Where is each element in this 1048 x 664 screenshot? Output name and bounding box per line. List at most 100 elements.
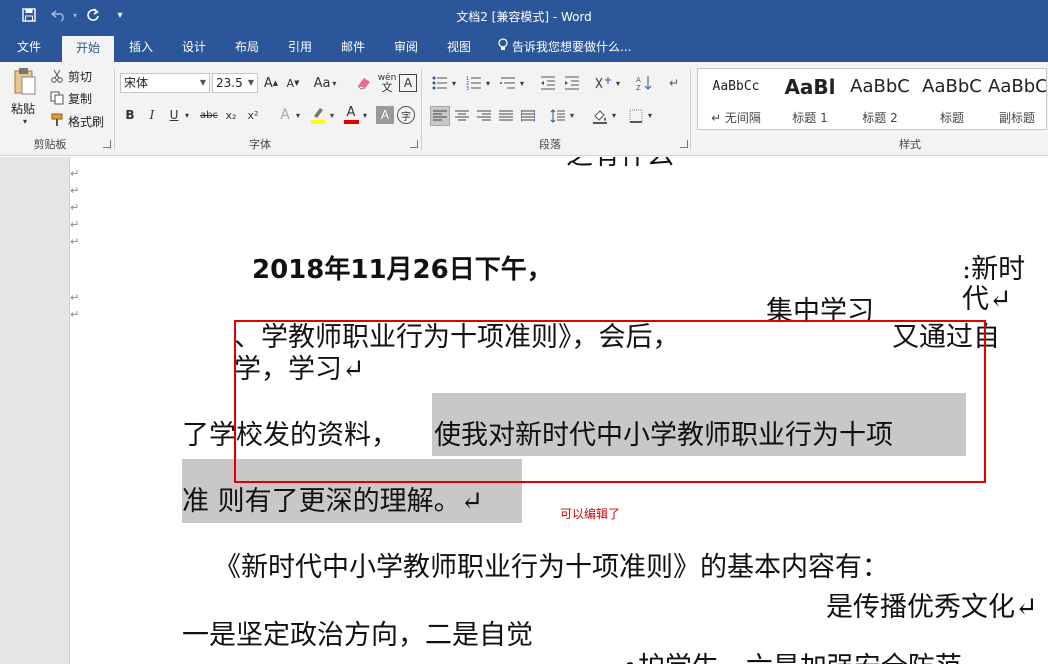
- doc-line7-right: 是传播优秀文化↵: [826, 592, 1038, 623]
- paste-dropdown-icon[interactable]: ▾: [20, 116, 30, 126]
- style-sample: AaBl: [784, 75, 836, 99]
- paragraph-mark: ↵: [70, 167, 80, 180]
- chevron-down-icon[interactable]: ▾: [518, 76, 526, 90]
- font-name-combo[interactable]: 宋体 ▼: [120, 73, 210, 93]
- clear-format-icon[interactable]: [354, 74, 374, 92]
- highlight-icon[interactable]: [308, 104, 328, 126]
- doc-line8: 一是坚定政治方向，二是自觉: [182, 620, 533, 651]
- tab-design[interactable]: 设计: [173, 32, 215, 62]
- chevron-down-icon[interactable]: ▾: [450, 76, 458, 90]
- strikethrough-button[interactable]: abc: [198, 106, 220, 124]
- copy-button[interactable]: 复制: [68, 90, 92, 107]
- chevron-down-icon[interactable]: ▾: [568, 108, 576, 122]
- chinese-layout-icon[interactable]: [592, 74, 614, 92]
- distributed-icon[interactable]: [518, 106, 538, 126]
- change-case-label: Aa: [313, 75, 331, 91]
- cut-button[interactable]: 剪切: [68, 68, 92, 85]
- doc-line9-partial: •护学生，六是加强安全防范: [622, 651, 962, 664]
- char-border-icon[interactable]: A: [399, 74, 417, 92]
- underline-button[interactable]: U: [166, 106, 182, 124]
- font-name-value: 宋体: [124, 76, 149, 90]
- doc-line1-right: :新时: [962, 254, 1026, 285]
- phonetic-guide-icon[interactable]: wén 文: [376, 72, 398, 94]
- tab-file[interactable]: 文件: [8, 32, 50, 62]
- format-painter-button[interactable]: 格式刷: [68, 113, 104, 130]
- style-sample: AaBbC: [922, 76, 982, 97]
- enclose-char-icon[interactable]: 字: [397, 106, 415, 124]
- style-sample: AaBbC: [988, 76, 1046, 97]
- chevron-down-icon: ▾: [332, 78, 337, 88]
- decrease-indent-icon[interactable]: [538, 74, 558, 92]
- underline-dropdown-icon[interactable]: ▾: [182, 108, 192, 122]
- font-size-combo[interactable]: 23.5 ▼: [212, 73, 258, 93]
- shading-icon[interactable]: [590, 106, 610, 126]
- tab-insert[interactable]: 插入: [120, 32, 162, 62]
- align-right-icon[interactable]: [474, 106, 494, 126]
- style-heading-1[interactable]: AaBl 标题 1: [774, 69, 846, 129]
- chevron-down-icon[interactable]: ▾: [484, 76, 492, 90]
- chevron-down-icon[interactable]: ▾: [294, 108, 302, 122]
- bold-button[interactable]: B: [122, 106, 138, 124]
- style-subtitle[interactable]: AaBbC 副标题: [988, 69, 1046, 129]
- paragraph-launcher-icon[interactable]: [680, 140, 688, 148]
- style-no-spacing[interactable]: AaBbCc ↵ 无间隔: [700, 69, 772, 129]
- italic-button[interactable]: I: [144, 106, 160, 124]
- chevron-down-icon[interactable]: ▾: [646, 108, 654, 122]
- style-name: 副标题: [998, 111, 1035, 125]
- tab-references[interactable]: 引用: [279, 32, 321, 62]
- paragraph-mark: ↵: [70, 218, 80, 231]
- justify-icon[interactable]: [496, 106, 516, 126]
- left-margin: [0, 157, 70, 664]
- multilevel-list-icon[interactable]: [498, 74, 518, 92]
- window-title: 文档2 [兼容模式] - Word: [456, 10, 592, 24]
- increase-indent-icon[interactable]: [562, 74, 582, 92]
- document-area[interactable]: ↵ ↵ ↵ ↵ ↵ ↵ ↵ 之有什么 2018年11月26日下午， :新时 代↵…: [0, 157, 1048, 664]
- superscript-button[interactable]: x²: [244, 106, 262, 124]
- chevron-down-icon[interactable]: ▾: [361, 108, 369, 122]
- tab-mailings[interactable]: 邮件: [332, 32, 374, 62]
- tab-review[interactable]: 审阅: [385, 32, 427, 62]
- align-center-icon[interactable]: [452, 106, 472, 126]
- grow-font-icon[interactable]: A ▲: [262, 74, 280, 92]
- text-effects-icon[interactable]: A: [276, 106, 294, 124]
- chevron-down-icon: ▼: [247, 78, 254, 87]
- paragraph-mark: ↵: [70, 308, 80, 321]
- chevron-down-icon[interactable]: ▾: [614, 76, 622, 90]
- format-painter-icon: [48, 112, 66, 128]
- group-divider: [690, 68, 691, 150]
- show-marks-icon[interactable]: ↵: [664, 74, 684, 92]
- align-left-icon[interactable]: [430, 106, 450, 126]
- clipboard-launcher-icon[interactable]: [103, 140, 111, 148]
- tab-layout[interactable]: 布局: [226, 32, 268, 62]
- subscript-button[interactable]: x₂: [222, 106, 240, 124]
- font-size-value: 23.5: [216, 76, 243, 90]
- tab-view[interactable]: 视图: [438, 32, 480, 62]
- tab-home[interactable]: 开始: [62, 36, 114, 62]
- shrink-font-icon[interactable]: A ▼: [284, 74, 302, 92]
- font-color-icon[interactable]: A: [342, 104, 360, 126]
- title-bar: ▾ ▾ 文档2 [兼容模式] - Word: [0, 0, 1048, 32]
- sort-icon[interactable]: AZ: [634, 74, 654, 92]
- doc-date-line: 2018年11月26日下午，: [252, 255, 553, 285]
- chevron-down-icon[interactable]: ▾: [610, 108, 618, 122]
- chevron-down-icon[interactable]: ▾: [328, 108, 336, 122]
- char-shading-icon[interactable]: A: [376, 106, 394, 124]
- numbering-icon[interactable]: 123: [464, 74, 484, 92]
- change-case-button[interactable]: Aa ▾: [310, 74, 340, 92]
- style-heading-2[interactable]: AaBbC 标题 2: [844, 69, 916, 129]
- chevron-down-icon: ▼: [199, 78, 206, 87]
- svg-text:A: A: [636, 76, 641, 84]
- ribbon-tabs: 文件 开始 插入 设计 布局 引用 邮件 审阅 视图 告诉我您想要做什么...: [0, 32, 1048, 62]
- style-name: 标题: [939, 111, 964, 125]
- line-spacing-icon[interactable]: [548, 106, 568, 126]
- font-launcher-icon[interactable]: [410, 140, 418, 148]
- tell-me-box[interactable]: 告诉我您想要做什么...: [498, 32, 631, 62]
- doc-line1-right2: 代↵: [962, 284, 1012, 315]
- style-title[interactable]: AaBbC 标题: [916, 69, 988, 129]
- paste-icon[interactable]: [8, 66, 42, 98]
- paste-button[interactable]: 粘贴: [11, 100, 35, 117]
- annotation-box: [234, 320, 986, 483]
- paragraph-group-label: 段落: [539, 138, 561, 151]
- borders-icon[interactable]: [626, 106, 646, 126]
- bullets-icon[interactable]: [430, 74, 450, 92]
